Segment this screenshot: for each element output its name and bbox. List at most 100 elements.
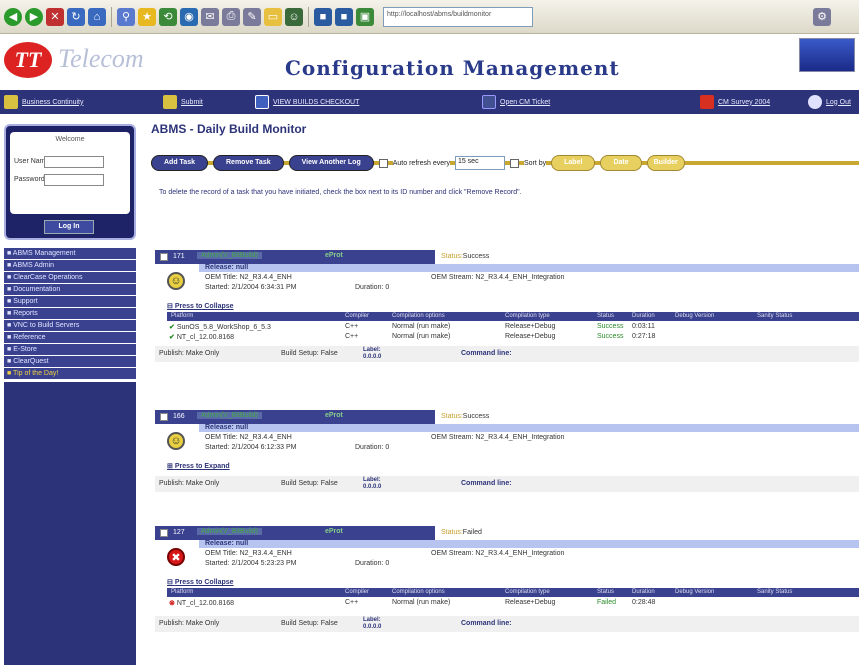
forward-icon[interactable]: ▶ <box>25 7 43 26</box>
header-banner[interactable] <box>799 38 855 72</box>
sidebar-item-label: VNC to Build Servers <box>13 322 80 329</box>
search-icon[interactable]: ⚲ <box>117 7 135 26</box>
expand-link[interactable]: ⊞ Press to Expand <box>167 462 230 470</box>
nav-business-continuity[interactable]: Business Continuity <box>4 95 83 109</box>
table-row[interactable]: ✔ SunOS_5.8_WorkShop_6_5.3 C++ Normal (r… <box>167 322 859 332</box>
row-compiler: C++ <box>345 323 359 330</box>
print-icon[interactable]: ⎙ <box>222 7 240 26</box>
command-line-info: Command line: <box>461 480 512 487</box>
sidebar-item-abms-management[interactable]: ■ ABMS Management <box>4 248 136 260</box>
task-status: Status:Failed <box>441 529 482 536</box>
col-options: Compilation options <box>392 313 445 319</box>
task-duration: Duration: 0 <box>355 560 390 567</box>
sort-label-button[interactable]: Label <box>551 155 596 171</box>
table-row[interactable]: ⊗ NT_cl_12.00.8168 C++ Normal (run make)… <box>167 598 859 608</box>
tools-icon[interactable]: ⚙ <box>813 7 831 26</box>
label-value: 0.0.0.0 <box>363 354 382 360</box>
auto-refresh-checkbox[interactable] <box>378 158 388 168</box>
collapse-link[interactable]: ⊟ Press to Collapse <box>167 302 234 310</box>
sidebar-item-vnc[interactable]: ■ VNC to Build Servers <box>4 320 136 332</box>
nav-open-ticket[interactable]: Open CM Ticket <box>482 95 550 109</box>
task-select-checkbox[interactable] <box>160 253 168 261</box>
company-logo: TT <box>4 42 52 78</box>
publish-info: Publish: Make Only <box>159 480 220 487</box>
home-icon[interactable]: ⌂ <box>88 7 106 26</box>
refresh-icon[interactable]: ↻ <box>67 7 85 26</box>
collapse-label: Press to Collapse <box>174 579 234 586</box>
sidebar-background <box>4 382 136 665</box>
nav-label: Open CM Ticket <box>500 98 551 106</box>
label-value: 0.0.0.0 <box>363 484 382 490</box>
login-form: Welcome User Name Password <box>10 132 130 214</box>
release-bar <box>199 424 859 432</box>
build-setup-info: Build Setup: False <box>281 480 338 487</box>
back-icon[interactable]: ◀ <box>4 7 22 26</box>
folder-icon[interactable]: ▭ <box>264 7 282 26</box>
address-input[interactable]: http://localhost/abms/buildmonitor <box>383 6 533 27</box>
task-user: Admin(V_BitBuild) <box>197 528 262 535</box>
status-value: Failed <box>462 529 482 536</box>
window-icon[interactable]: ■ <box>335 7 353 26</box>
nav-view-builds[interactable]: VIEW BUILDS CHECKOUT <box>255 95 359 109</box>
window-icon[interactable]: ■ <box>314 7 332 26</box>
nav-survey[interactable]: CM Survey 2004 <box>700 95 770 109</box>
app-icon[interactable]: ▣ <box>356 7 374 26</box>
oem-title: OEM Title: N2_R3.4.4_ENH <box>205 434 292 441</box>
main-content: ABMS - Daily Build Monitor Add Task Remo… <box>145 114 859 665</box>
sort-builder-button[interactable]: Builder <box>646 155 685 171</box>
edit-icon[interactable]: ✎ <box>243 7 261 26</box>
sidebar-item-label: Support <box>13 298 38 305</box>
task-select-checkbox[interactable] <box>160 413 168 421</box>
favorites-icon[interactable]: ★ <box>138 7 156 26</box>
sidebar-item-support[interactable]: ■ Support <box>4 296 136 308</box>
view-log-button[interactable]: View Another Log <box>288 155 374 171</box>
row-platform: ⊗ NT_cl_12.00.8168 <box>169 599 234 607</box>
label-value: 0.0.0.0 <box>363 624 382 630</box>
label-info: Label: 0.0.0.0 <box>363 347 381 361</box>
refresh-interval-select[interactable]: 15 sec <box>454 156 505 170</box>
sidebar-item-documentation[interactable]: ■ Documentation <box>4 284 136 296</box>
row-options: Normal (run make) <box>392 323 451 330</box>
nav-logout[interactable]: Log Out <box>808 95 851 109</box>
sidebar-item-clearcase[interactable]: ■ ClearCase Operations <box>4 272 136 284</box>
media-icon[interactable]: ◉ <box>180 7 198 26</box>
nav-submit[interactable]: Submit <box>163 95 203 109</box>
sort-checkbox[interactable] <box>509 158 519 168</box>
mail-icon[interactable]: ✉ <box>201 7 219 26</box>
task-duration: Duration: 0 <box>355 444 390 451</box>
sidebar-item-reports[interactable]: ■ Reports <box>4 308 136 320</box>
row-status: Failed <box>597 599 617 606</box>
expand-label: Press to Expand <box>174 463 230 470</box>
task-select-checkbox[interactable] <box>160 529 168 537</box>
started-time: Started: 2/1/2004 6:34:31 PM <box>205 284 297 291</box>
stop-icon[interactable]: ✕ <box>46 7 64 26</box>
sidebar-item-tip-of-day[interactable]: ■ Tip of the Day! <box>4 368 136 380</box>
task-footer: Publish: Make Only Build Setup: False La… <box>155 616 859 632</box>
col-type: Compilation type <box>505 313 550 319</box>
sidebar-item-estore[interactable]: ■ E-Store <box>4 344 136 356</box>
row-status: Success <box>597 333 624 340</box>
sidebar-item-abms-admin[interactable]: ■ ABMS Admin <box>4 260 136 272</box>
platform-value: NT_cl_12.00.8168 <box>176 334 235 341</box>
messenger-icon[interactable]: ☺ <box>285 7 303 26</box>
publish-info: Publish: Make Only <box>159 620 220 627</box>
sidebar-item-clearquest[interactable]: ■ ClearQuest <box>4 356 136 368</box>
monitor-title: ABMS - Daily Build Monitor <box>151 122 307 136</box>
collapse-link[interactable]: ⊟ Press to Collapse <box>167 578 234 586</box>
started-time: Started: 2/1/2004 6:12:33 PM <box>205 444 297 451</box>
add-task-button[interactable]: Add Task <box>151 155 208 171</box>
password-field[interactable] <box>44 174 104 186</box>
release-bar <box>199 540 859 548</box>
survey-icon <box>700 95 714 109</box>
status-label: Status: <box>441 413 463 420</box>
sidebar-item-reference[interactable]: ■ Reference <box>4 332 136 344</box>
sidebar: Welcome User Name Password Log In ■ ABMS… <box>0 114 140 665</box>
login-button[interactable]: Log In <box>44 220 94 234</box>
username-field[interactable] <box>44 156 104 168</box>
history-icon[interactable]: ⟲ <box>159 7 177 26</box>
oem-stream: OEM Stream: N2_R3.4.4_ENH_Integration <box>431 434 565 441</box>
sidebar-item-label: ClearQuest <box>13 358 49 365</box>
remove-task-button[interactable]: Remove Task <box>213 155 284 171</box>
sort-date-button[interactable]: Date <box>600 155 642 171</box>
table-row[interactable]: ✔ NT_cl_12.00.8168 C++ Normal (run make)… <box>167 332 859 342</box>
